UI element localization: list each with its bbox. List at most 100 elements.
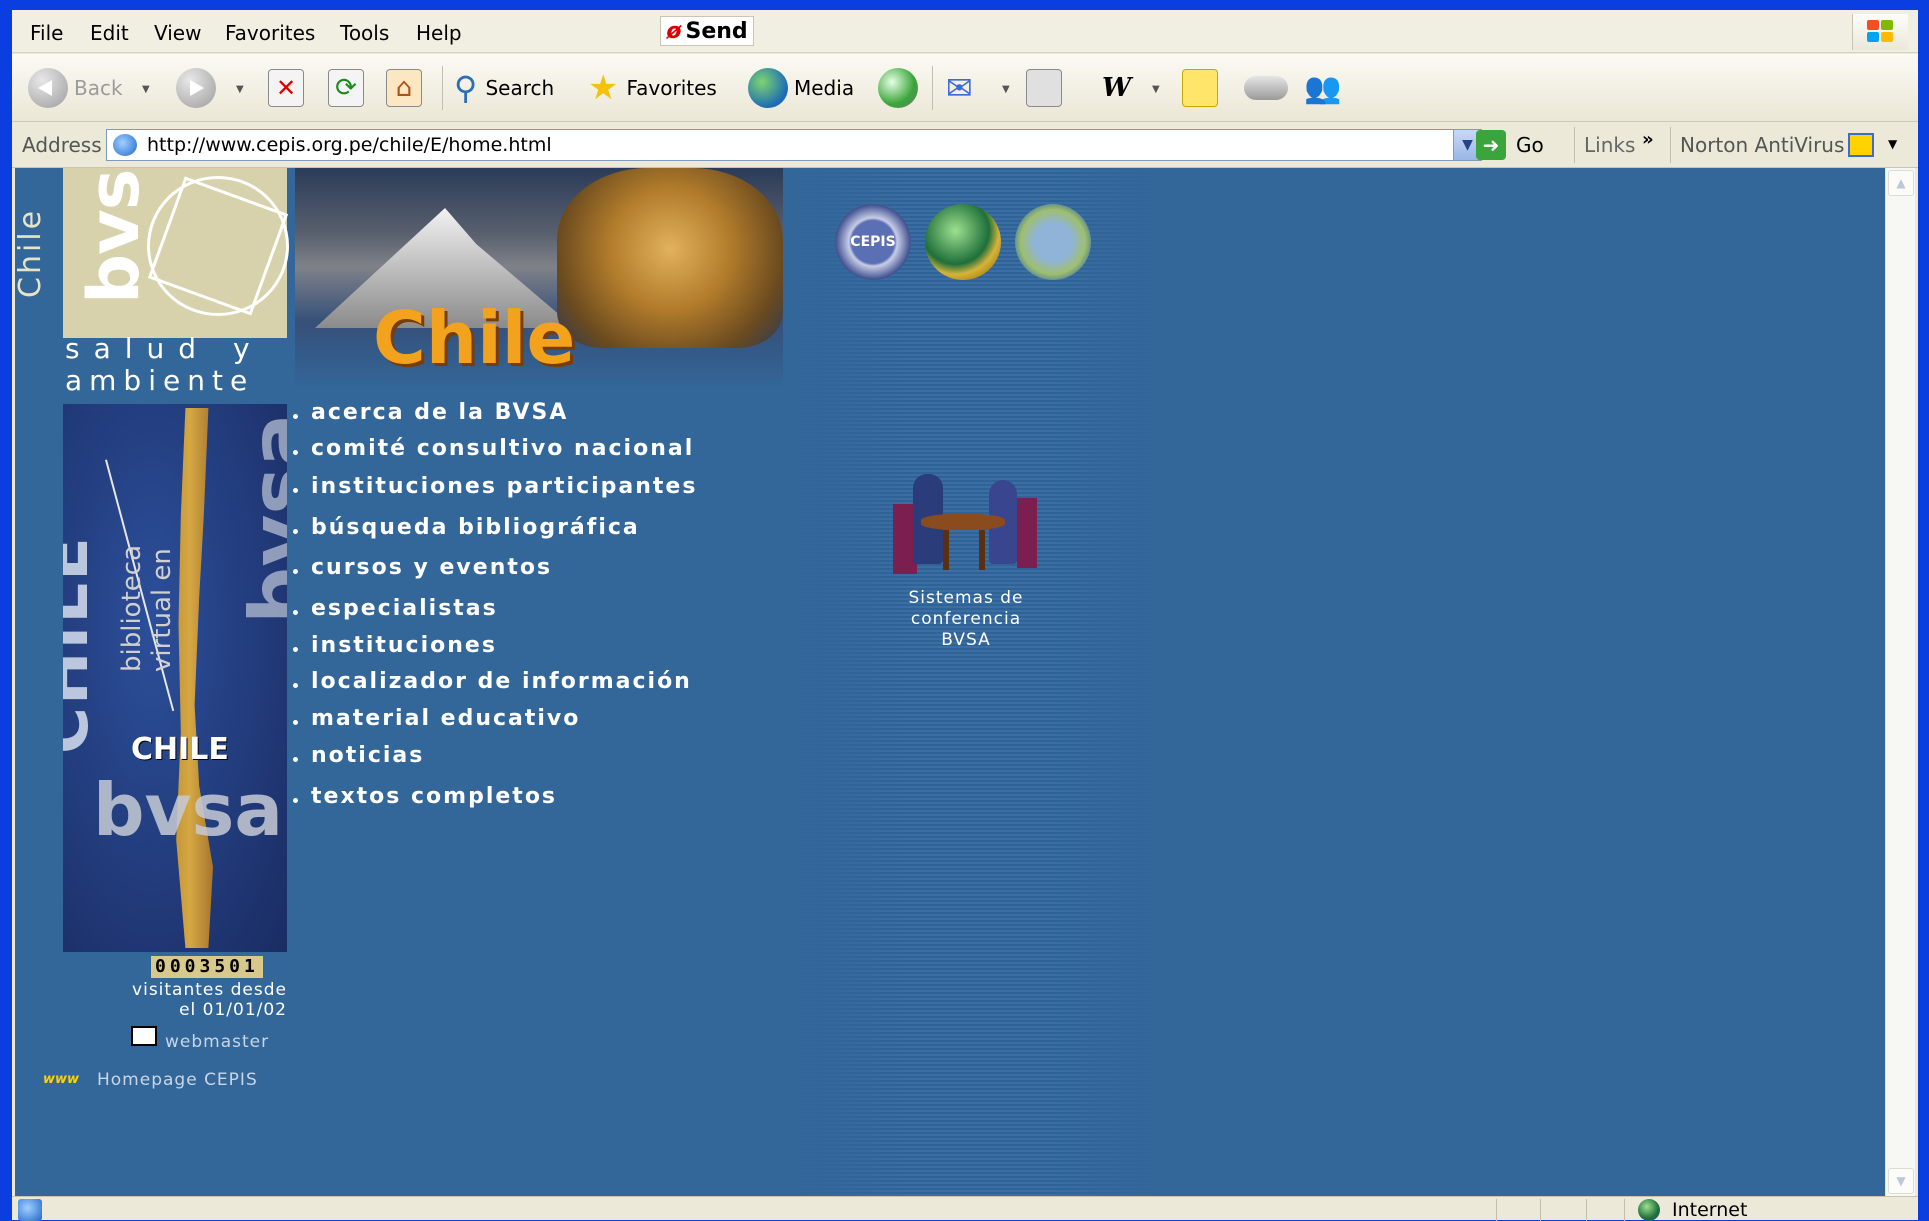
visitor-counter: 0003501	[151, 956, 263, 978]
map-chile-vertical: CHILE	[63, 535, 103, 754]
webmaster-link[interactable]: webmaster	[165, 1032, 269, 1052]
back-button[interactable]: Back	[28, 64, 123, 112]
address-label: Address	[22, 133, 102, 157]
menu-help[interactable]: Help	[416, 21, 462, 45]
mail-icon[interactable]	[131, 1026, 157, 1046]
menu-link-label: cursos y eventos	[311, 555, 553, 580]
logo-salud-text: salud y	[65, 332, 264, 365]
address-url[interactable]: http://www.cepis.org.pe/chile/E/home.htm…	[147, 134, 552, 156]
menu-favorites[interactable]: Favorites	[225, 21, 315, 45]
home-button[interactable]: ⌂	[386, 64, 422, 112]
note-icon	[1182, 69, 1218, 107]
norton-dropdown-icon[interactable]: ▼	[1888, 137, 1897, 151]
menu-link-label: acerca de la BVSA	[311, 400, 569, 425]
media-label: Media	[794, 76, 855, 100]
windows-logo-icon	[1852, 14, 1908, 50]
menu-link[interactable]: textos completos	[293, 784, 557, 809]
norton-antivirus-label[interactable]: Norton AntiVirus	[1680, 133, 1844, 157]
links-chevron-icon[interactable]: »	[1642, 129, 1654, 150]
contacts-icon: 👥	[1304, 70, 1342, 106]
go-label: Go	[1516, 133, 1544, 157]
menu-bar: File Edit View Favorites Tools Help ø Se…	[12, 10, 1918, 53]
bullet-icon	[293, 610, 298, 615]
edit-button[interactable]: W	[1102, 64, 1131, 112]
favorites-button[interactable]: ★ Favorites	[588, 64, 717, 112]
menu-tools[interactable]: Tools	[340, 21, 389, 45]
left-panel: Chile bvsa salud y ambiente CHILE biblio…	[15, 168, 295, 1196]
logo-chile-text: Chile	[15, 207, 48, 298]
bullet-icon	[293, 683, 298, 688]
links-label[interactable]: Links	[1584, 133, 1635, 157]
menu-link[interactable]: acerca de la BVSA	[293, 400, 569, 425]
menu-link[interactable]: búsqueda bibliográfica	[293, 515, 640, 540]
norton-icon[interactable]	[1848, 133, 1874, 157]
globe-seal-icon[interactable]	[925, 204, 1001, 280]
refresh-button[interactable]: ⟳	[328, 64, 364, 112]
back-dropdown-icon[interactable]: ▼	[142, 84, 150, 95]
menu-link[interactable]: material educativo	[293, 706, 581, 731]
chile-map-image: CHILE biblioteca virtual en bvsa CHILE b…	[63, 404, 287, 952]
forward-button[interactable]	[176, 64, 222, 112]
messenger-cloud-icon	[1244, 76, 1288, 100]
scroll-up-icon[interactable]: ▲	[1888, 170, 1914, 196]
who-seal-icon[interactable]	[1015, 204, 1091, 280]
conference-caption-line[interactable]: conferencia	[871, 609, 1061, 630]
homepage-cepis-link[interactable]: Homepage CEPIS	[97, 1070, 258, 1090]
menu-link[interactable]: especialistas	[293, 596, 498, 621]
table-leg	[979, 530, 985, 570]
mail-dropdown-icon[interactable]: ▼	[1002, 84, 1010, 95]
map-biblioteca-text: biblioteca	[117, 544, 147, 672]
stop-button[interactable]: ✕	[268, 64, 304, 112]
menu-link[interactable]: cursos y eventos	[293, 555, 553, 580]
forward-dropdown-icon[interactable]: ▼	[236, 84, 244, 95]
menu-link-label: noticias	[311, 743, 425, 768]
menu-edit[interactable]: Edit	[90, 21, 129, 45]
messenger-button[interactable]	[1244, 64, 1288, 112]
conference-caption-line[interactable]: Sistemas de	[871, 588, 1061, 609]
bullet-icon	[293, 414, 298, 419]
bullet-icon	[293, 529, 298, 534]
menu-link-label: material educativo	[311, 706, 581, 731]
go-button[interactable]: ➜ Go	[1476, 129, 1544, 161]
map-bvsa-vertical: bvsa	[233, 412, 287, 624]
address-input[interactable]: http://www.cepis.org.pe/chile/E/home.htm…	[106, 129, 1482, 161]
go-arrow-icon: ➜	[1476, 130, 1506, 160]
menu-file[interactable]: File	[30, 21, 63, 45]
map-bvsa-footer: bvsa	[93, 768, 283, 852]
history-button[interactable]	[878, 64, 924, 112]
print-button[interactable]	[1026, 64, 1062, 112]
menu-link[interactable]: comité consultivo nacional	[293, 436, 694, 461]
browser-frame: File Edit View Favorites Tools Help ø Se…	[12, 10, 1918, 1221]
conference-icon[interactable]	[893, 474, 1039, 578]
bullet-icon	[293, 720, 298, 725]
menu-link-label: especialistas	[311, 596, 498, 621]
address-bar: Address http://www.cepis.org.pe/chile/E/…	[12, 123, 1918, 168]
search-button[interactable]: ⚲ Search	[454, 64, 554, 112]
history-icon	[878, 68, 918, 108]
menu-link[interactable]: instituciones participantes	[293, 474, 697, 499]
contacts-button[interactable]: 👥	[1304, 64, 1341, 112]
bullet-icon	[293, 647, 298, 652]
note-button[interactable]	[1182, 64, 1218, 112]
bullet-icon	[293, 757, 298, 762]
menu-link[interactable]: noticias	[293, 743, 425, 768]
cepis-seal-icon[interactable]: CEPIS	[835, 204, 911, 280]
scroll-down-icon[interactable]: ▼	[1888, 1168, 1914, 1194]
page-status-icon	[18, 1199, 42, 1221]
back-icon	[28, 68, 68, 108]
menu-view[interactable]: View	[154, 21, 201, 45]
mask-image	[557, 168, 783, 348]
edit-dropdown-icon[interactable]: ▼	[1152, 84, 1160, 95]
menu-link[interactable]: instituciones	[293, 633, 497, 658]
vertical-scrollbar[interactable]: ▲ ▼	[1885, 168, 1915, 1196]
media-button[interactable]: Media	[748, 64, 854, 112]
www-icon[interactable]: www	[43, 1072, 87, 1090]
conference-caption[interactable]: Sistemas de conferencia BVSA	[871, 588, 1061, 651]
send-button[interactable]: ø Send	[660, 16, 754, 46]
menu-link[interactable]: localizador de información	[293, 669, 692, 694]
mail-icon: ✉	[946, 69, 973, 107]
conference-caption-line[interactable]: BVSA	[871, 630, 1061, 651]
conference-table	[921, 514, 1005, 530]
map-virtual-text: virtual en	[147, 548, 177, 672]
mail-button[interactable]: ✉	[946, 64, 973, 112]
